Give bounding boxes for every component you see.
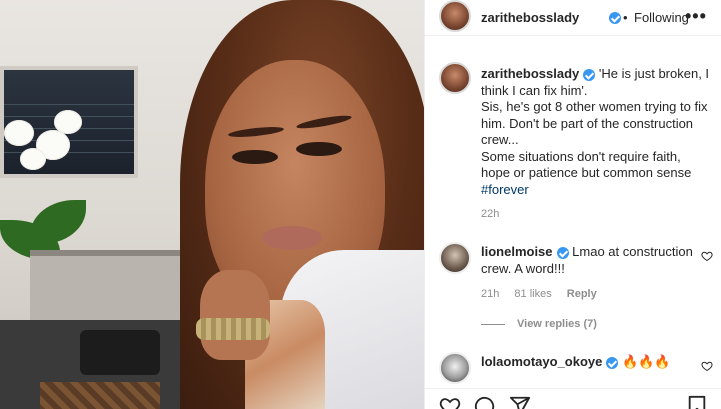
more-options-icon[interactable]: •••	[685, 6, 707, 27]
wristwatch	[196, 318, 270, 340]
comment-text: lolaomotayo_okoye 🔥🔥🔥	[481, 354, 701, 371]
reply-button[interactable]: Reply	[567, 288, 597, 300]
caption-avatar[interactable]	[439, 62, 471, 94]
following-button[interactable]: Following	[634, 10, 689, 25]
share-icon[interactable]	[509, 395, 531, 409]
verified-badge-icon	[583, 68, 596, 81]
comment-icon[interactable]	[473, 395, 495, 409]
comment-likes[interactable]: 81 likes	[514, 288, 551, 300]
comment-time[interactable]: 21h	[481, 288, 499, 300]
desk-phone	[80, 330, 160, 375]
commenter-avatar[interactable]	[439, 242, 471, 274]
post-photo[interactable]	[0, 0, 424, 409]
commenter-avatar[interactable]	[439, 352, 471, 384]
like-comment-heart-icon[interactable]	[701, 360, 713, 372]
post-header: zarithebosslady • Following •••	[425, 0, 721, 36]
bookmark-icon[interactable]	[687, 395, 707, 409]
view-replies-toggle[interactable]: View replies (7)	[481, 318, 597, 330]
verified-badge-icon	[606, 356, 619, 369]
hand	[200, 270, 270, 360]
verified-badge-icon	[609, 12, 621, 24]
hashtag-link[interactable]: #forever	[481, 182, 529, 197]
comment-body: 🔥🔥🔥	[622, 354, 671, 369]
caption-line-2: Sis, he's got 8 other women trying to fi…	[481, 99, 708, 147]
caption-text: zarithebosslady 'He is just broken, I th…	[481, 66, 713, 198]
replies-line	[481, 323, 505, 325]
post-actions-bar	[425, 388, 721, 409]
commenter-username[interactable]: lolaomotayo_okoye	[481, 354, 602, 369]
handbag	[40, 382, 160, 409]
orchid-plant	[0, 110, 90, 270]
like-comment-heart-icon[interactable]	[701, 250, 713, 262]
post-sidebar: zarithebosslady • Following ••• zaritheb…	[424, 0, 721, 409]
caption-timestamp[interactable]: 22h	[481, 208, 499, 220]
heart-icon[interactable]	[439, 395, 461, 409]
caption-line-3: Some situations don't require faith, hop…	[481, 148, 692, 181]
comment-meta: 21h 81 likes Reply	[481, 288, 609, 300]
instagram-post: zarithebosslady • Following ••• zaritheb…	[0, 0, 721, 409]
verified-badge-icon	[556, 246, 569, 259]
author-avatar[interactable]	[439, 0, 471, 32]
lips	[262, 226, 322, 250]
comment-text: lionelmoise Lmao at construction crew. A…	[481, 244, 701, 277]
caption-username[interactable]: zarithebosslady	[481, 66, 579, 81]
commenter-username[interactable]: lionelmoise	[481, 244, 553, 259]
separator-dot: •	[623, 10, 628, 25]
view-replies-label[interactable]: View replies (7)	[517, 318, 597, 330]
author-username[interactable]: zarithebosslady	[481, 10, 579, 25]
